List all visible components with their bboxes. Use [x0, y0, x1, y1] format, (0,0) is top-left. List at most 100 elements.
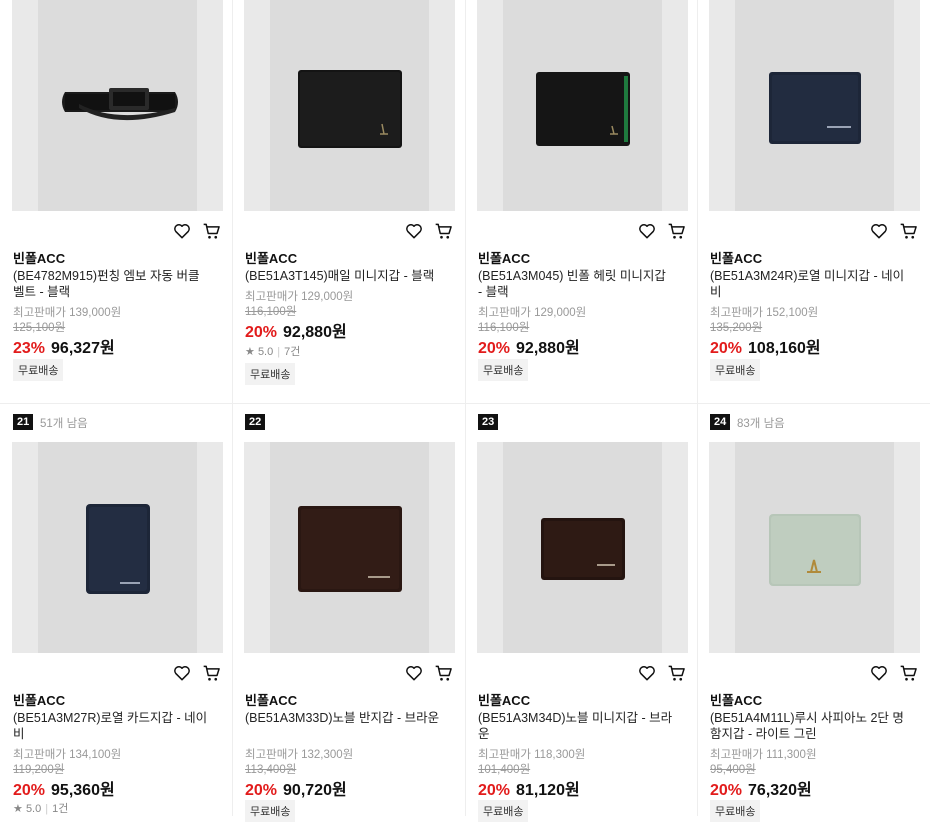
discount-rate: 20% [13, 782, 46, 799]
product-card[interactable]: 빈폴ACC (BE51A3M045) 빈폴 헤릿 미니지갑 - 블랙 최고판매가… [465, 0, 697, 403]
rank-badge: 22 [245, 414, 266, 430]
free-shipping-badge: 무료배송 [245, 800, 296, 822]
heart-icon[interactable] [637, 221, 657, 241]
list-price: 116,100원 [478, 322, 530, 334]
brand-name[interactable]: 빈폴ACC [13, 248, 65, 267]
product-name[interactable]: (BE51A3M045) 빈폴 헤릿 미니지갑 - 블랙 [478, 268, 673, 300]
rating-score: 5.0 [257, 346, 274, 358]
product-card[interactable]: 21 51개 남음 빈폴ACC (BE51A3M27R)로열 카드지갑 - 네이… [0, 403, 232, 816]
free-shipping-badge: 무료배송 [245, 363, 296, 385]
heart-icon[interactable] [869, 663, 889, 683]
brand-name[interactable]: 빈폴ACC [245, 690, 297, 709]
product-name[interactable]: (BE51A3M34D)노블 미니지갑 - 브라운 [478, 710, 673, 742]
heart-icon[interactable] [172, 221, 192, 241]
image-backdrop [662, 0, 688, 211]
rating-score: 5.0 [25, 803, 42, 815]
heart-icon[interactable] [404, 221, 424, 241]
product-card[interactable]: 24 83개 남음 빈폴ACC (BE51A4M11L)루시 사피아노 2단 명… [697, 403, 929, 822]
discount-rate: 20% [710, 340, 743, 357]
heart-icon[interactable] [869, 221, 889, 241]
rank-badge: 21 [13, 414, 34, 430]
sale-price: 20% 92,880원 [245, 318, 347, 342]
product-image[interactable] [477, 442, 688, 653]
rating: ★ 5.0 | 7건 [245, 346, 301, 358]
discount-rate: 20% [478, 782, 511, 799]
cart-icon[interactable] [899, 663, 919, 683]
product-grid: 빈폴ACC (BE4782M915)펀칭 엠보 자동 버클 벨트 - 블랙 최고… [0, 0, 930, 822]
product-image[interactable] [12, 0, 223, 211]
product-image[interactable] [244, 442, 455, 653]
price-value: 95,360원 [51, 782, 115, 799]
product-card[interactable]: 빈폴ACC (BE51A3M24R)로열 미니지갑 - 네이비 최고판매가 15… [697, 0, 929, 403]
brand-name[interactable]: 빈폴ACC [710, 690, 762, 709]
image-backdrop [197, 442, 223, 653]
max-price: 최고판매가 118,300원 [478, 749, 586, 761]
sale-price: 20% 76,320원 [710, 776, 812, 800]
wallet-image [298, 70, 402, 148]
free-shipping-badge: 무료배송 [13, 359, 64, 381]
discount-rate: 20% [710, 782, 743, 799]
brand-name[interactable]: 빈폴ACC [478, 248, 530, 267]
cart-icon[interactable] [899, 221, 919, 241]
rank-badge: 23 [478, 414, 499, 430]
product-name[interactable]: (BE4782M915)펀칭 엠보 자동 버클 벨트 - 블랙 [13, 268, 208, 300]
heart-icon[interactable] [172, 663, 192, 683]
wallet-image [769, 514, 861, 586]
brand-name[interactable]: 빈폴ACC [13, 690, 65, 709]
wallet-image [298, 506, 402, 592]
product-card[interactable]: 23 빈폴ACC (BE51A3M34D)노블 미니지갑 - 브라운 최고판매가… [465, 403, 697, 822]
image-backdrop [894, 0, 920, 211]
wallet-image [536, 72, 630, 146]
cart-icon[interactable] [434, 663, 454, 683]
product-name[interactable]: (BE51A3M33D)노블 반지갑 - 브라운 [245, 710, 440, 726]
product-name[interactable]: (BE51A3T145)매일 미니지갑 - 블랙 [245, 268, 440, 284]
image-backdrop [894, 442, 920, 653]
review-count: 7건 [284, 346, 301, 358]
product-card[interactable]: 빈폴ACC (BE51A3T145)매일 미니지갑 - 블랙 최고판매가 129… [232, 0, 464, 403]
list-price: 101,400원 [478, 764, 531, 776]
belt-image [62, 88, 178, 121]
brand-name[interactable]: 빈폴ACC [478, 690, 530, 709]
free-shipping-badge: 무료배송 [710, 800, 761, 822]
discount-rate: 20% [245, 782, 278, 799]
discount-rate: 23% [13, 340, 46, 357]
heart-icon[interactable] [404, 663, 424, 683]
discount-rate: 20% [478, 340, 511, 357]
image-backdrop [244, 442, 270, 653]
image-backdrop [429, 0, 455, 211]
free-shipping-badge: 무료배송 [710, 359, 761, 381]
cart-icon[interactable] [202, 663, 222, 683]
price-value: 92,880원 [516, 340, 580, 357]
brand-name[interactable]: 빈폴ACC [710, 248, 762, 267]
max-price: 최고판매가 152,100원 [710, 307, 819, 319]
price-value: 96,327원 [51, 340, 115, 357]
price-value: 81,120원 [516, 782, 580, 799]
heart-icon[interactable] [637, 663, 657, 683]
sale-price: 20% 81,120원 [478, 776, 580, 800]
max-price: 최고판매가 139,000원 [13, 307, 122, 319]
product-image[interactable] [477, 0, 688, 211]
product-name[interactable]: (BE51A3M27R)로열 카드지갑 - 네이비 [13, 710, 208, 742]
cart-icon[interactable] [667, 663, 687, 683]
product-image[interactable] [709, 0, 920, 211]
sale-price: 20% 92,880원 [478, 334, 580, 358]
cart-icon[interactable] [434, 221, 454, 241]
image-backdrop [709, 442, 735, 653]
rank-badge: 24 [710, 414, 731, 430]
list-price: 113,400원 [245, 764, 297, 776]
product-card[interactable]: 22 빈폴ACC (BE51A3M33D)노블 반지갑 - 브라운 최고판매가 … [232, 403, 464, 822]
sale-price: 23% 96,327원 [13, 334, 115, 358]
wallet-image [86, 504, 150, 594]
cart-icon[interactable] [667, 221, 687, 241]
product-name[interactable]: (BE51A3M24R)로열 미니지갑 - 네이비 [710, 268, 905, 300]
price-value: 92,880원 [283, 324, 347, 341]
brand-name[interactable]: 빈폴ACC [245, 248, 297, 267]
product-image[interactable] [709, 442, 920, 653]
product-image[interactable] [244, 0, 455, 211]
list-price: 119,200원 [13, 764, 65, 776]
product-card[interactable]: 빈폴ACC (BE4782M915)펀칭 엠보 자동 버클 벨트 - 블랙 최고… [0, 0, 232, 403]
product-image[interactable] [12, 442, 223, 653]
cart-icon[interactable] [202, 221, 222, 241]
list-price: 95,400원 [710, 764, 756, 776]
product-name[interactable]: (BE51A4M11L)루시 사피아노 2단 명함지갑 - 라이트 그린 [710, 710, 905, 742]
